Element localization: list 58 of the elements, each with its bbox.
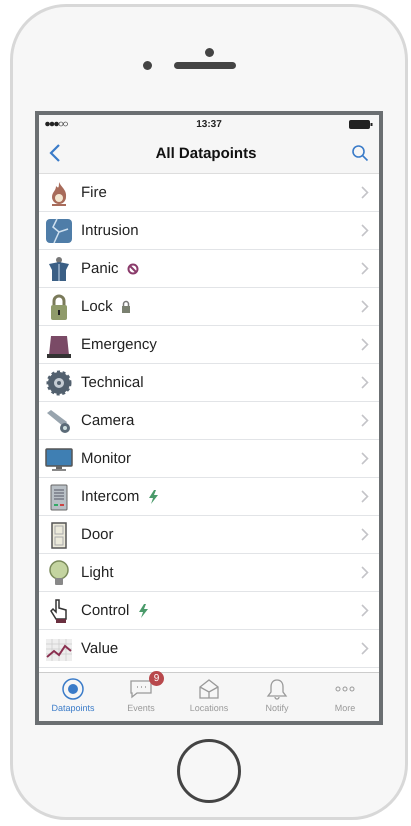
datapoint-label: Control: [81, 602, 130, 619]
speaker-grille: [174, 62, 236, 69]
tab[interactable]: 9 Events: [107, 673, 175, 721]
chevron-icon: [361, 528, 369, 541]
count-badge: 9: [149, 671, 164, 686]
datapoint-row[interactable]: Fire: [39, 174, 379, 212]
chevron-icon: [361, 490, 369, 503]
datapoint-label: Lock: [81, 298, 113, 315]
datapoint-row[interactable]: Intrusion: [39, 212, 379, 250]
datapoint-label: Intrusion: [81, 222, 139, 239]
ellipsis-icon: [335, 686, 355, 692]
datapoint-row[interactable]: Panic: [39, 250, 379, 288]
signal-icon: [45, 121, 69, 127]
chevron-icon: [361, 300, 369, 313]
datapoint-row[interactable]: Camera: [39, 402, 379, 440]
chevron-icon: [361, 338, 369, 351]
gear-icon: [45, 368, 73, 396]
home-button[interactable]: [177, 739, 241, 803]
chevron-icon: [361, 566, 369, 579]
datapoint-label: Value: [81, 640, 118, 657]
datapoint-label: Panic: [81, 260, 119, 277]
datapoint-label: Fire: [81, 184, 107, 201]
cracked-panel-icon: [45, 216, 73, 244]
datapoint-label: Monitor: [81, 450, 132, 467]
tab[interactable]: Datapoints: [39, 673, 107, 721]
datapoint-label: Emergency: [81, 336, 157, 353]
datapoint-row[interactable]: Technical: [39, 364, 379, 402]
bell-icon: [265, 677, 289, 701]
chevron-icon: [361, 224, 369, 237]
chevron-icon: [361, 642, 369, 655]
chevron-icon: [361, 376, 369, 389]
camera-lens: [142, 61, 152, 70]
radio-dot-icon: [61, 677, 85, 701]
datapoint-label: Light: [81, 564, 114, 581]
chevron-icon: [361, 262, 369, 275]
chevron-icon: [361, 604, 369, 617]
datapoint-row[interactable]: Intercom: [39, 478, 379, 516]
datapoint-row[interactable]: Value: [39, 630, 379, 668]
datapoint-row[interactable]: Monitor: [39, 440, 379, 478]
chevron-icon: [361, 186, 369, 199]
datapoint-label: Door: [81, 526, 114, 543]
datapoint-label: Technical: [81, 374, 144, 391]
chevron-icon: [361, 452, 369, 465]
house-icon: [197, 677, 221, 701]
datapoint-row[interactable]: Door: [39, 516, 379, 554]
battery-icon: [348, 120, 373, 128]
datapoint-row[interactable]: Light: [39, 554, 379, 592]
back-chevron-icon[interactable]: [49, 143, 61, 163]
datapoint-row[interactable]: Emergency: [39, 326, 379, 364]
datapoint-label: Camera: [81, 412, 134, 429]
datapoint-row[interactable]: Lock: [39, 288, 379, 326]
status-time: 13:37: [196, 118, 222, 130]
chevron-icon: [361, 414, 369, 427]
datapoint-row[interactable]: Control: [39, 592, 379, 630]
nav-title: All Datapoints: [156, 144, 256, 162]
search-icon[interactable]: [351, 144, 369, 162]
sensor-dot: [204, 48, 214, 57]
datapoint-label: Intercom: [81, 488, 140, 505]
